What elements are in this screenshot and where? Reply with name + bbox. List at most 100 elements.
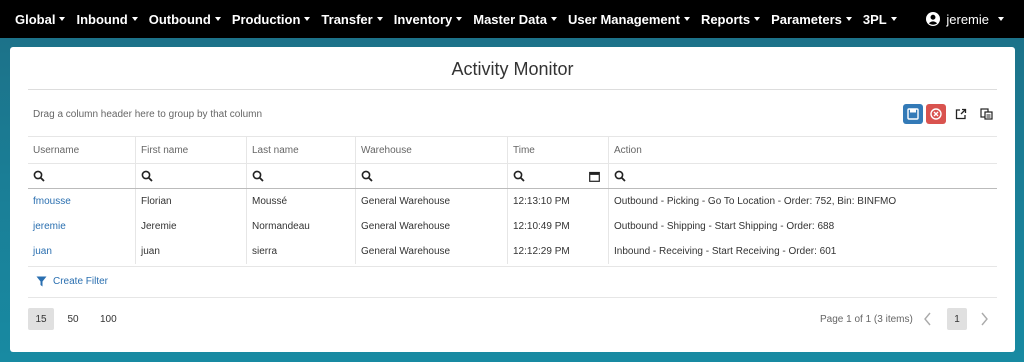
chevron-left-icon[interactable]: [920, 310, 936, 328]
calendar-icon[interactable]: [589, 171, 600, 182]
grid-filter-row: [28, 163, 997, 189]
search-icon: [33, 170, 45, 182]
top-navbar: Global Inbound Outbound Production Trans…: [0, 0, 1024, 38]
nav-transfer-label: Transfer: [321, 11, 373, 27]
caret-down-icon: [550, 17, 557, 21]
caret-down-icon: [304, 17, 311, 21]
last-name-cell: sierra: [246, 239, 355, 264]
nav-inbound[interactable]: Inbound: [76, 12, 138, 27]
nav-3pl[interactable]: 3PL: [863, 12, 897, 27]
username-link[interactable]: jeremie: [28, 214, 135, 239]
nav-user-management[interactable]: User Management: [568, 12, 690, 27]
table-row[interactable]: fmousse Florian Moussé General Warehouse…: [28, 189, 997, 214]
columns-icon: [979, 108, 993, 120]
user-icon: [926, 12, 941, 26]
table-row[interactable]: jeremie Jeremie Normandeau General Wareh…: [28, 214, 997, 239]
caret-down-icon: [376, 17, 383, 21]
nav-master-data[interactable]: Master Data: [473, 12, 557, 27]
column-header-username[interactable]: Username: [28, 137, 135, 163]
filter-last-name[interactable]: [246, 164, 355, 188]
filter-time[interactable]: [507, 164, 608, 188]
cancel-button[interactable]: [926, 104, 946, 124]
last-name-cell: Moussé: [246, 189, 355, 214]
caret-down-icon: [845, 17, 852, 21]
column-header-first-name[interactable]: First name: [135, 137, 246, 163]
time-cell: 12:13:10 PM: [507, 189, 608, 214]
time-cell: 12:10:49 PM: [507, 214, 608, 239]
activity-monitor-panel: Activity Monitor Drag a column header he…: [10, 47, 1015, 352]
activity-grid: Username First name Last name Warehouse …: [28, 136, 997, 264]
save-button[interactable]: [903, 104, 923, 124]
chevron-right-icon[interactable]: [976, 310, 992, 328]
page-size-100[interactable]: 100: [94, 308, 123, 330]
nav-inventory-label: Inventory: [393, 11, 453, 27]
nav-inventory[interactable]: Inventory: [394, 12, 463, 27]
export-icon: [955, 108, 967, 120]
column-header-time[interactable]: Time: [507, 137, 608, 163]
nav-user-management-label: User Management: [567, 11, 680, 27]
pager-divider: [28, 297, 997, 298]
nav-parameters-label: Parameters: [771, 11, 842, 27]
filter-first-name[interactable]: [135, 164, 246, 188]
caret-down-icon: [683, 17, 690, 21]
table-row[interactable]: juan juan sierra General Warehouse 12:12…: [28, 239, 997, 264]
grid-header-row: Username First name Last name Warehouse …: [28, 136, 997, 163]
column-header-last-name[interactable]: Last name: [246, 137, 355, 163]
nav-transfer[interactable]: Transfer: [321, 11, 383, 27]
page-size-15[interactable]: 15: [28, 308, 54, 330]
page-info: Page 1 of 1 (3 items): [820, 314, 913, 325]
username-link[interactable]: juan: [28, 239, 135, 264]
nav-master-data-label: Master Data: [473, 11, 547, 27]
warehouse-cell: General Warehouse: [355, 214, 507, 239]
nav-global-label: Global: [15, 11, 56, 27]
nav-3pl-label: 3PL: [862, 11, 887, 27]
time-cell: 12:12:29 PM: [507, 239, 608, 264]
group-by-hint: Drag a column header here to group by th…: [33, 109, 263, 120]
caret-down-icon: [890, 17, 897, 21]
caret-down-icon: [214, 17, 221, 21]
create-filter-label: Create Filter: [53, 276, 109, 287]
search-icon: [141, 170, 153, 182]
caret-down-icon: [59, 17, 66, 21]
search-icon: [614, 170, 626, 182]
column-header-action[interactable]: Action: [608, 137, 997, 163]
cancel-icon: [930, 108, 942, 120]
first-name-cell: juan: [135, 239, 246, 264]
username-link[interactable]: fmousse: [28, 189, 135, 214]
nav-parameters[interactable]: Parameters: [771, 12, 852, 27]
first-name-cell: Jeremie: [135, 214, 246, 239]
nav-outbound-label: Outbound: [148, 11, 211, 27]
page-size-50[interactable]: 50: [60, 308, 86, 330]
caret-down-icon: [998, 17, 1004, 21]
save-icon: [907, 108, 919, 120]
nav-production-label: Production: [231, 11, 301, 27]
page-title: Activity Monitor: [451, 59, 574, 79]
caret-down-icon: [456, 17, 463, 21]
column-chooser-button[interactable]: [976, 104, 996, 124]
filter-warehouse[interactable]: [355, 164, 507, 188]
filter-icon: [36, 276, 47, 287]
page-number-button[interactable]: 1: [947, 308, 967, 330]
action-cell: Inbound - Receiving - Start Receiving - …: [608, 239, 997, 264]
action-cell: Outbound - Picking - Go To Location - Or…: [608, 189, 997, 214]
filter-action[interactable]: [608, 164, 997, 188]
grid-bottom-divider: [28, 266, 997, 267]
warehouse-cell: General Warehouse: [355, 239, 507, 264]
title-divider: [28, 89, 997, 90]
filter-username[interactable]: [28, 164, 135, 188]
action-cell: Outbound - Shipping - Start Shipping - O…: [608, 214, 997, 239]
nav-reports[interactable]: Reports: [700, 11, 761, 27]
user-menu[interactable]: jeremie: [926, 0, 1004, 38]
search-icon: [252, 170, 264, 182]
user-name: jeremie: [946, 11, 989, 27]
export-button[interactable]: [951, 104, 971, 124]
nav-outbound[interactable]: Outbound: [149, 12, 221, 27]
nav-reports-label: Reports: [700, 11, 751, 27]
nav-global[interactable]: Global: [15, 11, 66, 27]
nav-production[interactable]: Production: [232, 12, 311, 27]
search-icon: [361, 170, 373, 182]
search-icon: [513, 170, 525, 182]
column-header-warehouse[interactable]: Warehouse: [355, 137, 507, 163]
create-filter-link[interactable]: Create Filter: [36, 276, 108, 287]
caret-down-icon: [754, 17, 761, 21]
